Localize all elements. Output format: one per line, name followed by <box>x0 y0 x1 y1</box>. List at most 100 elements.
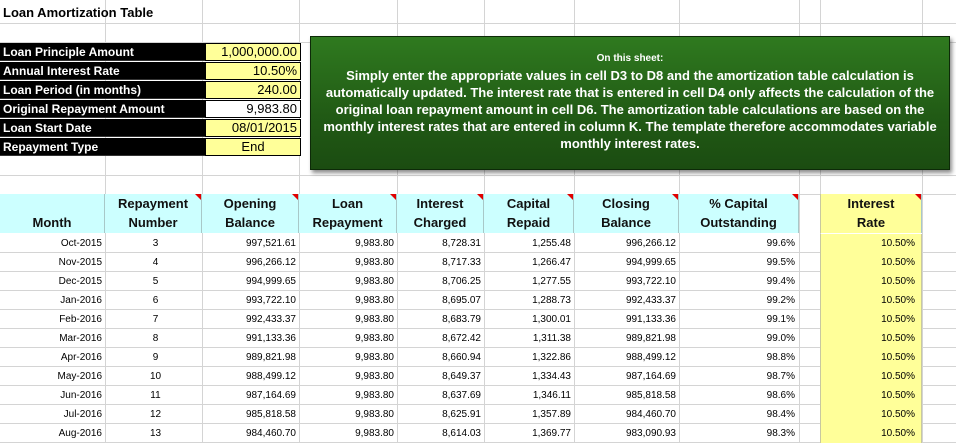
cell-capital-outstanding[interactable]: 98.6% <box>679 386 799 405</box>
cell-repayment-number[interactable]: 5 <box>105 272 202 291</box>
cell-interest-rate[interactable]: 10.50% <box>820 348 922 367</box>
cell-capital-repaid[interactable]: 1,357.89 <box>484 405 574 424</box>
comment-indicator-icon[interactable] <box>915 194 921 200</box>
header-opening-balance[interactable]: Opening Balance <box>202 194 299 233</box>
cell-month[interactable]: Aug-2016 <box>0 424 105 443</box>
cell-capital-outstanding[interactable]: 99.1% <box>679 310 799 329</box>
comment-indicator-icon[interactable] <box>390 194 396 200</box>
cell-interest-rate[interactable]: 10.50% <box>820 424 922 443</box>
cell-opening-balance[interactable]: 989,821.98 <box>202 348 299 367</box>
cell-opening-balance[interactable]: 997,521.61 <box>202 234 299 253</box>
start-date-cell[interactable]: 08/01/2015 <box>205 119 301 137</box>
header-loan-repayment[interactable]: Loan Repayment <box>299 194 397 233</box>
cell-interest-rate[interactable]: 10.50% <box>820 253 922 272</box>
cell-month[interactable]: Mar-2016 <box>0 329 105 348</box>
cell-capital-repaid[interactable]: 1,266.47 <box>484 253 574 272</box>
cell-capital-outstanding[interactable]: 99.6% <box>679 234 799 253</box>
cell-capital-outstanding[interactable]: 99.5% <box>679 253 799 272</box>
comment-indicator-icon[interactable] <box>792 194 798 200</box>
cell-loan-repayment[interactable]: 9,983.80 <box>299 348 397 367</box>
cell-interest-charged[interactable]: 8,625.91 <box>397 405 484 424</box>
cell-closing-balance[interactable]: 991,133.36 <box>574 310 679 329</box>
cell-interest-charged[interactable]: 8,660.94 <box>397 348 484 367</box>
cell-capital-repaid[interactable]: 1,255.48 <box>484 234 574 253</box>
header-repayment-number[interactable]: Repayment Number <box>105 194 202 233</box>
comment-indicator-icon[interactable] <box>477 194 483 200</box>
cell-interest-charged[interactable]: 8,672.42 <box>397 329 484 348</box>
cell-loan-repayment[interactable]: 9,983.80 <box>299 291 397 310</box>
cell-interest-charged[interactable]: 8,695.07 <box>397 291 484 310</box>
cell-interest-rate[interactable]: 10.50% <box>820 367 922 386</box>
cell-capital-repaid[interactable]: 1,334.43 <box>484 367 574 386</box>
cell-closing-balance[interactable]: 996,266.12 <box>574 234 679 253</box>
cell-repayment-number[interactable]: 12 <box>105 405 202 424</box>
cell-opening-balance[interactable]: 993,722.10 <box>202 291 299 310</box>
cell-capital-repaid[interactable]: 1,322.86 <box>484 348 574 367</box>
cell-repayment-number[interactable]: 3 <box>105 234 202 253</box>
cell-repayment-number[interactable]: 9 <box>105 348 202 367</box>
cell-repayment-number[interactable]: 13 <box>105 424 202 443</box>
cell-repayment-number[interactable]: 8 <box>105 329 202 348</box>
cell-closing-balance[interactable]: 984,460.70 <box>574 405 679 424</box>
cell-closing-balance[interactable]: 987,164.69 <box>574 367 679 386</box>
cell-interest-rate[interactable]: 10.50% <box>820 405 922 424</box>
cell-loan-repayment[interactable]: 9,983.80 <box>299 329 397 348</box>
cell-interest-rate[interactable]: 10.50% <box>820 329 922 348</box>
cell-interest-rate[interactable]: 10.50% <box>820 234 922 253</box>
cell-opening-balance[interactable]: 987,164.69 <box>202 386 299 405</box>
cell-closing-balance[interactable]: 994,999.65 <box>574 253 679 272</box>
cell-opening-balance[interactable]: 991,133.36 <box>202 329 299 348</box>
cell-month[interactable]: Feb-2016 <box>0 310 105 329</box>
cell-opening-balance[interactable]: 985,818.58 <box>202 405 299 424</box>
cell-capital-outstanding[interactable]: 98.3% <box>679 424 799 443</box>
cell-capital-outstanding[interactable]: 98.4% <box>679 405 799 424</box>
cell-closing-balance[interactable]: 983,090.93 <box>574 424 679 443</box>
cell-capital-outstanding[interactable]: 99.0% <box>679 329 799 348</box>
cell-capital-outstanding[interactable]: 99.2% <box>679 291 799 310</box>
comment-indicator-icon[interactable] <box>195 194 201 200</box>
cell-loan-repayment[interactable]: 9,983.80 <box>299 310 397 329</box>
cell-month[interactable]: Nov-2015 <box>0 253 105 272</box>
comment-indicator-icon[interactable] <box>672 194 678 200</box>
header-capital-repaid[interactable]: Capital Repaid <box>484 194 574 233</box>
cell-capital-outstanding[interactable]: 99.4% <box>679 272 799 291</box>
cell-closing-balance[interactable]: 988,499.12 <box>574 348 679 367</box>
annual-rate-cell[interactable]: 10.50% <box>205 62 301 80</box>
cell-capital-repaid[interactable]: 1,311.38 <box>484 329 574 348</box>
cell-loan-repayment[interactable]: 9,983.80 <box>299 272 397 291</box>
loan-principal-cell[interactable]: 1,000,000.00 <box>205 43 301 61</box>
header-month[interactable]: Month <box>0 194 105 233</box>
cell-loan-repayment[interactable]: 9,983.80 <box>299 405 397 424</box>
header-interest-rate[interactable]: Interest Rate <box>820 194 922 233</box>
cell-month[interactable]: Dec-2015 <box>0 272 105 291</box>
cell-loan-repayment[interactable]: 9,983.80 <box>299 234 397 253</box>
cell-closing-balance[interactable]: 993,722.10 <box>574 272 679 291</box>
cell-capital-repaid[interactable]: 1,346.11 <box>484 386 574 405</box>
cell-month[interactable]: Jul-2016 <box>0 405 105 424</box>
cell-opening-balance[interactable]: 992,433.37 <box>202 310 299 329</box>
original-repayment-cell[interactable]: 9,983.80 <box>205 100 301 118</box>
loan-period-cell[interactable]: 240.00 <box>205 81 301 99</box>
cell-interest-charged[interactable]: 8,706.25 <box>397 272 484 291</box>
header-interest-charged[interactable]: Interest Charged <box>397 194 484 233</box>
header-capital-outstanding[interactable]: % Capital Outstanding <box>679 194 799 233</box>
cell-interest-charged[interactable]: 8,614.03 <box>397 424 484 443</box>
cell-loan-repayment[interactable]: 9,983.80 <box>299 253 397 272</box>
cell-opening-balance[interactable]: 994,999.65 <box>202 272 299 291</box>
cell-loan-repayment[interactable]: 9,983.80 <box>299 386 397 405</box>
cell-closing-balance[interactable]: 992,433.37 <box>574 291 679 310</box>
cell-opening-balance[interactable]: 996,266.12 <box>202 253 299 272</box>
cell-repayment-number[interactable]: 7 <box>105 310 202 329</box>
cell-interest-rate[interactable]: 10.50% <box>820 272 922 291</box>
cell-closing-balance[interactable]: 989,821.98 <box>574 329 679 348</box>
cell-month[interactable]: Jan-2016 <box>0 291 105 310</box>
cell-interest-rate[interactable]: 10.50% <box>820 386 922 405</box>
cell-repayment-number[interactable]: 4 <box>105 253 202 272</box>
cell-interest-rate[interactable]: 10.50% <box>820 291 922 310</box>
cell-repayment-number[interactable]: 10 <box>105 367 202 386</box>
cell-interest-charged[interactable]: 8,728.31 <box>397 234 484 253</box>
cell-interest-rate[interactable]: 10.50% <box>820 310 922 329</box>
comment-indicator-icon[interactable] <box>292 194 298 200</box>
cell-interest-charged[interactable]: 8,683.79 <box>397 310 484 329</box>
cell-interest-charged[interactable]: 8,637.69 <box>397 386 484 405</box>
